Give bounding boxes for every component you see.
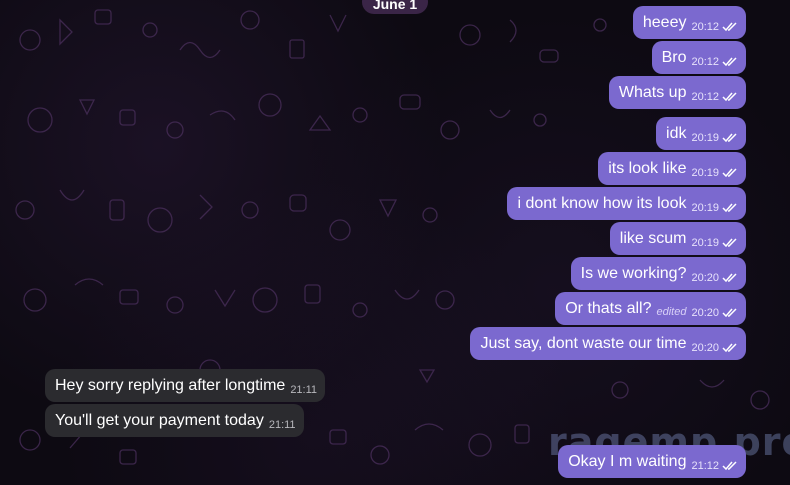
message-bubble-outgoing[interactable]: Or thats all? edited 20:20	[555, 292, 746, 325]
message-time: 20:20	[691, 341, 719, 354]
message-text: You'll get your payment today	[55, 411, 264, 429]
message-text: i dont know how its look	[517, 194, 687, 212]
message-time: 20:12	[691, 90, 719, 103]
message-time: 21:11	[290, 383, 318, 396]
message-bubble-incoming[interactable]: Hey sorry replying after longtime 21:11	[45, 369, 326, 402]
double-check-icon	[722, 307, 737, 317]
message-time: 20:19	[691, 201, 719, 214]
message-bubble-incoming[interactable]: You'll get your payment today 21:11	[45, 404, 304, 437]
double-check-icon	[722, 202, 737, 212]
double-check-icon	[722, 56, 737, 66]
message-text: Whats up	[618, 83, 687, 101]
double-check-icon	[722, 21, 737, 31]
double-check-icon	[722, 167, 737, 177]
message-bubble-outgoing[interactable]: idk 20:19	[656, 117, 746, 150]
date-separator: June 1	[362, 0, 428, 14]
message-text: heeey	[642, 13, 687, 31]
message-bubble-outgoing[interactable]: like scum 20:19	[609, 222, 746, 255]
message-bubble-outgoing[interactable]: Just say, dont waste our time 20:20	[470, 327, 746, 360]
message-time: 21:12	[691, 459, 719, 472]
message-bubble-outgoing[interactable]: Is we working? 20:20	[570, 257, 746, 290]
message-bubble-outgoing[interactable]: Okay I m waiting 21:12	[558, 445, 746, 478]
message-text: like scum	[619, 229, 687, 247]
double-check-icon	[722, 237, 737, 247]
double-check-icon	[722, 132, 737, 142]
message-bubble-outgoing[interactable]: Whats up 20:12	[608, 76, 746, 109]
message-text: Just say, dont waste our time	[480, 334, 687, 352]
message-text: Bro	[661, 48, 687, 66]
edited-label: edited	[656, 306, 687, 318]
message-bubble-outgoing[interactable]: i dont know how its look 20:19	[507, 187, 746, 220]
message-text: Hey sorry replying after longtime	[55, 376, 286, 394]
double-check-icon	[722, 91, 737, 101]
message-text: idk	[666, 124, 687, 142]
message-time: 20:19	[691, 236, 719, 249]
message-text: Or thats all?	[565, 299, 652, 317]
message-time: 20:20	[691, 271, 719, 284]
message-time: 21:11	[268, 418, 296, 431]
message-time: 20:19	[691, 131, 719, 144]
message-text: its look like	[608, 159, 687, 177]
double-check-icon	[722, 342, 737, 352]
message-time: 20:19	[691, 166, 719, 179]
message-text: Is we working?	[580, 264, 687, 282]
double-check-icon	[722, 272, 737, 282]
message-text: Okay I m waiting	[568, 452, 687, 470]
date-label: June 1	[372, 0, 418, 12]
message-time: 20:20	[691, 306, 719, 319]
message-bubble-outgoing[interactable]: its look like 20:19	[598, 152, 746, 185]
message-bubble-outgoing[interactable]: heeey 20:12	[632, 6, 746, 39]
double-check-icon	[722, 460, 737, 470]
message-time: 20:12	[691, 55, 719, 68]
message-bubble-outgoing[interactable]: Bro 20:12	[651, 41, 746, 74]
message-time: 20:12	[691, 20, 719, 33]
